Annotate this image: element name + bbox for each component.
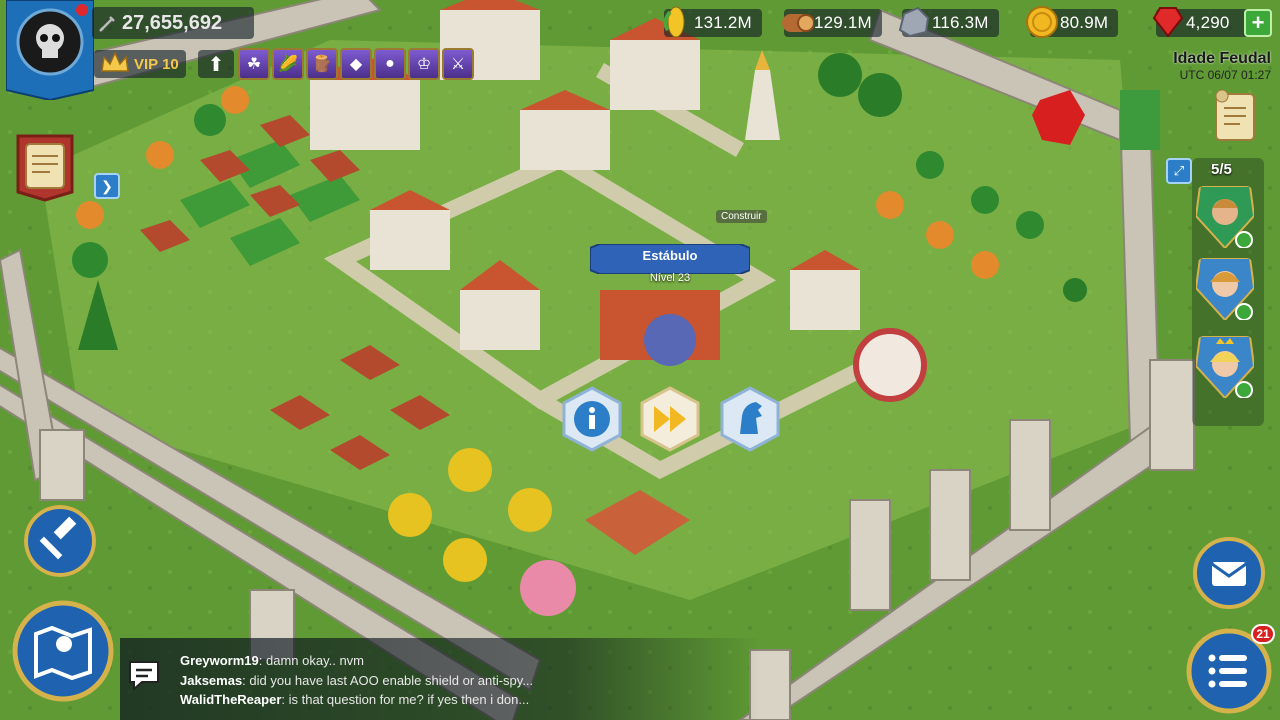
list-icon: [1208, 654, 1247, 688]
decoration: [520, 560, 576, 616]
arrow-up-icon: ⬆: [207, 53, 225, 76]
chat-messages: Greyworm19: damn okay.. nvm Jaksemas: di…: [180, 651, 533, 710]
vip-crown-icon: [101, 51, 129, 72]
menu-notification-badge: 21: [1251, 624, 1275, 644]
buff-icon[interactable]: ⚔: [442, 48, 474, 80]
commander-available-icon: [1235, 381, 1253, 398]
active-buffs: ☘ 🌽 🪵 ◆ ● ♔ ⚔: [238, 48, 474, 80]
wood-amount: 129.1M: [814, 13, 872, 32]
food-resource[interactable]: 131.2M: [663, 6, 762, 38]
wood-log-icon: [782, 14, 814, 32]
buff-icon[interactable]: 🌽: [272, 48, 304, 80]
notification-dot: [76, 4, 88, 16]
era-name: Idade Feudal: [1173, 50, 1271, 67]
tower[interactable]: [1120, 90, 1160, 150]
quest-button[interactable]: [10, 130, 80, 202]
gold-coin-icon: [1026, 6, 1058, 38]
commander-portrait[interactable]: [1196, 186, 1254, 248]
server-time: UTC 06/07 01:27: [1179, 68, 1271, 82]
expand-icon: ⤢: [1173, 163, 1185, 178]
gold-resource[interactable]: 80.9M: [1026, 6, 1119, 38]
chat-message: WalidTheReaper: is that question for me?…: [180, 690, 533, 710]
gold-amount: 80.9M: [1060, 13, 1109, 32]
gem-icon: [1152, 7, 1184, 38]
chat-text: : is that question for me? if yes then i…: [281, 692, 530, 707]
speed-up-button[interactable]: [638, 386, 702, 452]
vip-level: VIP 10: [134, 55, 179, 73]
world-map-button[interactable]: [12, 600, 114, 702]
stone-resource[interactable]: 116.3M: [898, 6, 999, 38]
chat-bubble-icon[interactable]: [126, 658, 162, 692]
chat-text: : did you have last AOO enable shield or…: [242, 672, 534, 688]
building-info-button[interactable]: [560, 386, 624, 452]
buff-icon[interactable]: ◆: [340, 48, 372, 80]
chat-sender: Greyworm19: [180, 653, 259, 668]
buff-icon[interactable]: ♔: [408, 48, 440, 80]
stone-amount: 116.3M: [932, 13, 989, 32]
commander-count: 5/5: [1211, 161, 1232, 178]
commander-portrait[interactable]: [1196, 258, 1254, 320]
expand-commanders-button[interactable]: ⤢: [1166, 158, 1192, 184]
upgrade-arrow-button[interactable]: ⬆: [198, 50, 234, 78]
events-scroll-button[interactable]: [1206, 86, 1264, 146]
buy-gems-button[interactable]: +: [1244, 9, 1272, 37]
expand-quests-button[interactable]: ❯: [94, 173, 120, 199]
chevron-right-icon: ❯: [101, 177, 113, 194]
chat-sender: Jaksemas: [180, 672, 243, 688]
chat-message: Jaksemas: did you have last AOO enable s…: [180, 671, 533, 691]
build-hammer-button[interactable]: [24, 505, 96, 577]
buff-icon[interactable]: ☘: [238, 48, 270, 80]
corn-icon: [663, 6, 685, 38]
player-avatar[interactable]: [6, 0, 94, 100]
wood-resource[interactable]: 129.1M: [782, 8, 882, 38]
envelope-icon: [1211, 562, 1247, 586]
chat-message: Greyworm19: damn okay.. nvm: [180, 651, 533, 671]
building-level: Nível 23: [649, 272, 691, 284]
power-value: 27,655,692: [122, 11, 223, 34]
buff-icon[interactable]: ●: [374, 48, 406, 80]
plus-icon: +: [1251, 10, 1265, 35]
commander-portrait[interactable]: [1196, 336, 1254, 398]
chat-sender: WalidTheReaper: [180, 692, 282, 707]
chat-text: : damn okay.. nvm: [258, 653, 365, 668]
train-cavalry-button[interactable]: [718, 386, 782, 452]
power-display[interactable]: 27,655,692: [92, 7, 254, 39]
buff-icon[interactable]: 🪵: [306, 48, 338, 80]
city-view[interactable]: [0, 0, 1280, 720]
commander-available-icon: [1235, 303, 1253, 320]
vip-badge[interactable]: VIP 10: [94, 50, 186, 78]
info-icon: [589, 407, 595, 429]
commander-available-icon: [1235, 231, 1253, 248]
stone-icon: [898, 6, 930, 38]
sword-icon: [99, 16, 115, 32]
building-name: Estábulo: [642, 248, 698, 263]
mail-button[interactable]: [1192, 536, 1266, 610]
decoration: [853, 328, 927, 402]
era-info: Idade Feudal UTC 06/07 01:27: [1173, 50, 1271, 82]
gems-amount: 4,290: [1186, 13, 1230, 32]
construct-tooltip: Construir: [716, 210, 767, 223]
food-amount: 131.2M: [694, 13, 752, 32]
